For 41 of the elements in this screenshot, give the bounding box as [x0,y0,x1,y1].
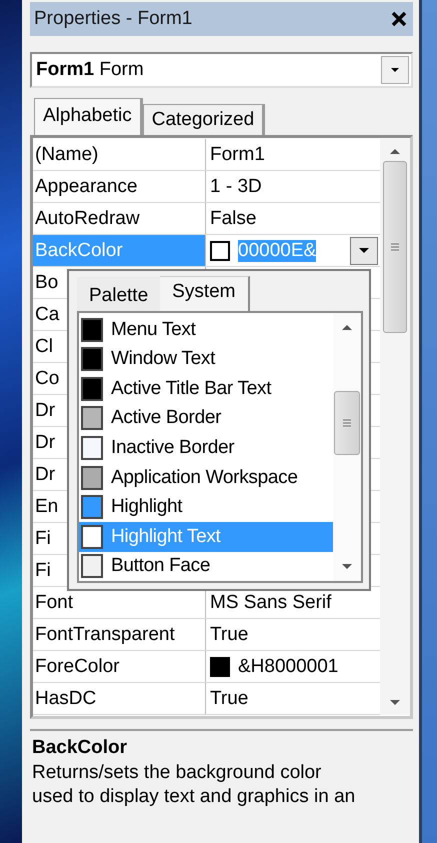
property-value[interactable]: True [210,624,248,646]
caret-icon [358,247,370,254]
scrollbar[interactable] [380,139,410,715]
property-name[interactable]: AutoRedraw [33,203,206,234]
description-title: BackColor [32,737,128,759]
tab[interactable]: Categorized [142,104,266,135]
caret-icon [390,67,400,73]
dropdown-button[interactable] [350,236,378,264]
tab[interactable]: Alphabetic [34,98,143,135]
color-item[interactable]: Active Title Bar Text [79,374,333,404]
property-value[interactable]: False [210,208,256,230]
property-value[interactable]: Form1 [210,144,265,166]
window-title: Properties - Form1 [34,8,192,30]
property-value[interactable]: True [210,688,248,710]
scroll-up-icon[interactable] [341,323,353,331]
property-value[interactable]: MS Sans Serif [210,592,332,614]
description-text: Returns/sets the background color used to display text and graphics in an [32,761,356,809]
color-item[interactable]: Highlight [79,492,333,522]
property-name[interactable]: (Name) [33,139,206,170]
color-item[interactable]: Inactive Border [79,433,333,463]
color-item[interactable]: Menu Text [79,315,333,345]
object-selector[interactable]: Form1 Form [30,52,413,88]
scroll-up-icon[interactable] [389,147,401,155]
scroll-thumb[interactable] [334,391,360,455]
scrollbar[interactable] [333,313,361,581]
color-item[interactable]: Window Text [79,344,333,374]
object-name: Form1 Form [36,59,144,81]
color-item[interactable]: Button Face [79,552,333,581]
tab[interactable]: System [160,276,250,311]
color-item[interactable]: Application Workspace [79,462,333,492]
color-item[interactable]: Active Border [79,404,333,434]
scroll-thumb[interactable] [383,161,407,333]
scroll-down-icon[interactable] [341,563,353,571]
scroll-down-icon[interactable] [389,699,401,707]
property-value[interactable]: 1 - 3D [210,176,262,198]
grip-icon [342,418,352,428]
property-value[interactable]: &H8000001 [238,656,338,678]
close-icon[interactable] [391,11,407,27]
tab[interactable]: Palette [77,277,160,311]
property-name[interactable]: Appearance [33,171,206,202]
grip-icon [390,242,400,252]
